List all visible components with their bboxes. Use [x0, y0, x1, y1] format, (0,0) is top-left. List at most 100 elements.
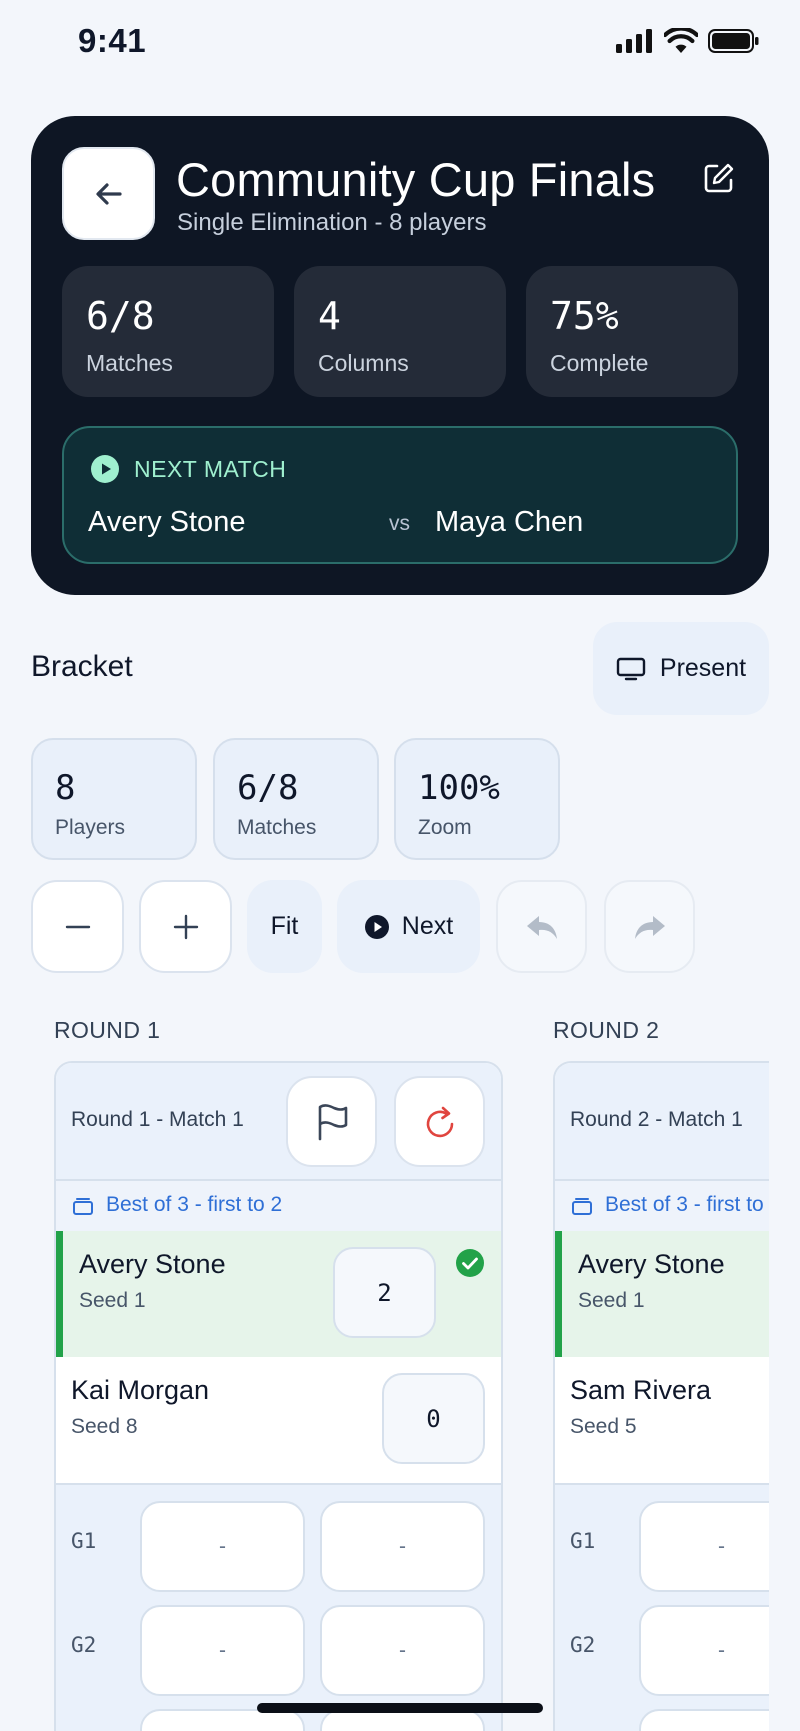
match-title: Round 1 - Match 1	[71, 1108, 244, 1131]
stat-complete: 75% Complete	[526, 266, 738, 397]
redo-button[interactable]	[604, 880, 695, 973]
match-title: Round 2 - Match 1	[570, 1108, 743, 1131]
flag-icon	[318, 1103, 347, 1140]
back-button[interactable]	[62, 147, 155, 240]
battery-icon	[708, 29, 759, 53]
game-scores: G1 - G2 -	[555, 1483, 769, 1731]
status-time: 9:41	[78, 22, 147, 59]
refresh-icon	[426, 1106, 453, 1137]
game-score-input[interactable]: -	[140, 1501, 305, 1592]
play-circle-icon	[91, 455, 119, 483]
next-match-player-1: Avery Stone	[88, 506, 246, 538]
edit-icon	[704, 163, 734, 193]
game-label: G1	[570, 1529, 596, 1553]
match-format-bar: Best of 3 - first to 2	[555, 1181, 769, 1231]
wifi-icon	[664, 28, 698, 53]
fit-label: Fit	[270, 912, 299, 940]
home-indicator	[257, 1703, 543, 1713]
info-label: Players	[55, 816, 126, 839]
info-value: 100%	[418, 768, 500, 808]
stat-label: Columns	[318, 350, 409, 376]
info-players: 8 Players	[31, 738, 197, 860]
play-circle-icon	[364, 914, 389, 939]
round-label: ROUND 2	[553, 1017, 660, 1043]
stat-value: 6/8	[86, 294, 155, 338]
redo-icon	[634, 915, 665, 939]
zoom-in-button[interactable]	[139, 880, 232, 973]
next-label: Next	[401, 912, 454, 940]
fit-button[interactable]: Fit	[247, 880, 322, 973]
next-match-vs: vs	[389, 512, 410, 535]
next-match-player-2: Maya Chen	[435, 506, 584, 538]
plus-icon	[173, 914, 198, 939]
undo-button[interactable]	[496, 880, 587, 973]
stat-value: 4	[318, 294, 341, 338]
score-input[interactable]: 0	[382, 1373, 485, 1464]
flag-match-button[interactable]	[286, 1076, 377, 1167]
round-label: ROUND 1	[54, 1017, 161, 1043]
tournament-header-card: Community Cup Finals Single Elimination …	[31, 116, 769, 595]
player-seed: Seed 1	[578, 1289, 645, 1312]
info-value: 6/8	[237, 768, 299, 808]
stat-label: Complete	[550, 350, 649, 376]
info-matches: 6/8 Matches	[213, 738, 379, 860]
player-seed: Seed 8	[71, 1415, 138, 1438]
player-seed: Seed 5	[570, 1415, 637, 1438]
present-label: Present	[659, 654, 747, 682]
undo-icon	[526, 915, 557, 939]
bracket-section-title: Bracket	[31, 650, 133, 683]
stat-columns: 4 Columns	[294, 266, 506, 397]
stat-matches: 6/8 Matches	[62, 266, 274, 397]
game-label: G2	[570, 1633, 596, 1657]
player-seed: Seed 1	[79, 1289, 146, 1312]
cellular-signal-icon	[616, 29, 652, 53]
status-bar: 9:41	[0, 0, 800, 90]
player-row[interactable]: Sam Rivera Seed 5	[555, 1357, 769, 1483]
player-row-winner[interactable]: Avery Stone Seed 1 2	[56, 1231, 501, 1357]
page-title: Community Cup Finals	[176, 153, 656, 206]
present-button[interactable]: Present	[593, 622, 769, 715]
info-value: 8	[55, 768, 76, 808]
page-subtitle: Single Elimination - 8 players	[177, 209, 487, 236]
player-name: Avery Stone	[79, 1249, 226, 1279]
arrow-left-icon	[95, 182, 122, 205]
next-match-label: NEXT MATCH	[134, 456, 287, 482]
player-name: Avery Stone	[578, 1249, 725, 1279]
game-scores: G1 - - G2 - -	[56, 1483, 501, 1731]
player-row[interactable]: Kai Morgan Seed 8 0	[56, 1357, 501, 1483]
game-score-input[interactable]: -	[639, 1501, 769, 1592]
match-card-header: Round 2 - Match 1	[555, 1063, 769, 1181]
info-label: Matches	[237, 816, 317, 839]
reset-match-button[interactable]	[394, 1076, 485, 1167]
game-score-input[interactable]: -	[320, 1501, 485, 1592]
info-zoom: 100% Zoom	[394, 738, 560, 860]
layers-icon	[73, 1198, 93, 1215]
game-label: G2	[71, 1633, 97, 1657]
match-format-bar: Best of 3 - first to 2	[56, 1181, 501, 1231]
score-input[interactable]: 2	[333, 1247, 436, 1338]
game-score-input[interactable]	[639, 1709, 769, 1731]
edit-button[interactable]	[699, 158, 739, 198]
check-circle-icon	[456, 1249, 484, 1277]
next-button[interactable]: Next	[337, 880, 480, 973]
player-name: Kai Morgan	[71, 1375, 210, 1405]
player-name: Sam Rivera	[570, 1375, 712, 1405]
match-card-round-2[interactable]: Round 2 - Match 1 Best of 3 - first to 2…	[553, 1061, 769, 1731]
player-row-winner[interactable]: Avery Stone Seed 1	[555, 1231, 769, 1357]
next-match-card[interactable]: NEXT MATCH Avery Stone vs Maya Chen	[62, 426, 738, 564]
match-format: Best of 3 - first to 2	[106, 1193, 283, 1216]
match-card-header: Round 1 - Match 1	[56, 1063, 501, 1181]
info-label: Zoom	[418, 816, 472, 839]
game-label: G1	[71, 1529, 97, 1553]
monitor-icon	[616, 657, 646, 680]
game-score-input[interactable]: -	[320, 1605, 485, 1696]
match-card-round-1[interactable]: Round 1 - Match 1 Best of 3 - first to 2…	[54, 1061, 503, 1731]
minus-icon	[65, 925, 90, 928]
game-score-input[interactable]: -	[140, 1605, 305, 1696]
stat-label: Matches	[86, 350, 173, 376]
match-format: Best of 3 - first to 2	[605, 1193, 769, 1216]
status-icons	[616, 28, 760, 54]
game-score-input[interactable]: -	[639, 1605, 769, 1696]
zoom-out-button[interactable]	[31, 880, 124, 973]
stat-value: 75%	[550, 294, 619, 338]
